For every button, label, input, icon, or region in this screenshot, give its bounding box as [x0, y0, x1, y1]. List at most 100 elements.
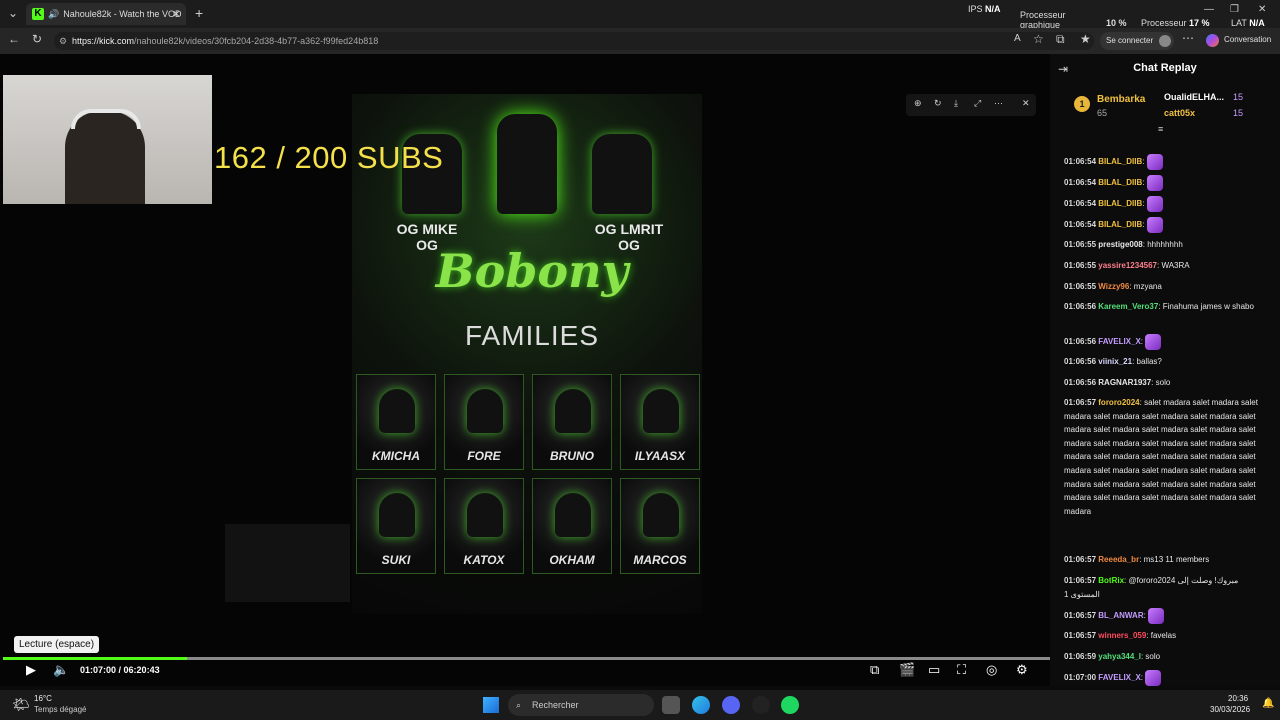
chat-message: 01:06:57 Reeeda_br: ms13 11 members	[1064, 555, 1210, 564]
more-menu-icon[interactable]: ⋯	[1182, 31, 1194, 45]
site-info-icon[interactable]: ⚙	[59, 32, 67, 50]
chat-message: 01:06:54 BILAL_DIIB:	[1064, 196, 1264, 212]
message-username[interactable]: BILAL_DIIB	[1098, 157, 1142, 166]
message-timestamp: 01:06:57	[1064, 631, 1097, 640]
taskbar-search[interactable]: ⌕ Rechercher	[508, 694, 654, 716]
message-username[interactable]: BILAL_DIIB	[1098, 220, 1142, 229]
seek-bar[interactable]	[3, 657, 1050, 660]
tab-list-chevron-icon[interactable]: ⌄	[8, 6, 18, 20]
message-username[interactable]: BILAL_DIIB	[1098, 199, 1142, 208]
message-username[interactable]: yahya344_l	[1098, 652, 1141, 661]
message-timestamp: 01:06:56	[1064, 337, 1097, 347]
settings-icon[interactable]: ⚙	[1016, 662, 1028, 678]
top3-name[interactable]: catt05x	[1164, 108, 1195, 118]
message-text: mzyana	[1133, 282, 1162, 291]
conversation-button[interactable]: Conversation	[1224, 35, 1271, 44]
minimize-icon[interactable]: —	[1204, 4, 1214, 15]
discord-icon[interactable]	[722, 696, 740, 714]
message-username[interactable]: BotRix	[1098, 576, 1124, 585]
message-timestamp: 01:06:55	[1064, 240, 1097, 249]
message-username[interactable]: Kareem_Vero37	[1098, 302, 1158, 311]
copilot-icon[interactable]	[1206, 34, 1219, 47]
restore-icon[interactable]: ❐	[1230, 4, 1239, 15]
start-icon[interactable]	[483, 697, 499, 713]
window-close-icon[interactable]: ✕	[1258, 4, 1266, 15]
headset-icon	[71, 109, 141, 129]
read-aloud-icon[interactable]: A	[1014, 33, 1021, 44]
windows-taskbar: 🌤 16°C Temps dégagé ⌕ Rechercher 20:36 3…	[0, 690, 1280, 720]
task-view-icon[interactable]	[662, 696, 680, 714]
leader-name[interactable]: Bembarka	[1097, 94, 1145, 105]
emote-icon	[1146, 196, 1163, 212]
message-username[interactable]: Reeeda_br	[1098, 555, 1139, 564]
kick-logo-icon: K	[32, 8, 44, 20]
miniplayer-icon[interactable]: ⧉	[870, 662, 879, 678]
emote-icon	[1145, 334, 1162, 350]
message-username[interactable]: prestige008	[1098, 240, 1142, 249]
fullscreen-view-icon[interactable]: ⤢	[974, 98, 981, 109]
emote-icon	[1146, 154, 1163, 170]
browser-tab[interactable]: K 🔊 Nahoule82k - Watch the VOD ✕	[26, 3, 186, 25]
extensions-icon[interactable]: ⧉	[1056, 32, 1065, 47]
weather-description: Temps dégagé	[34, 705, 87, 714]
chat-message: 01:06:54 BILAL_DIIB:	[1064, 175, 1264, 191]
zoom-icon[interactable]: ⊕	[914, 98, 922, 109]
favorite-icon[interactable]: ☆	[1033, 32, 1044, 46]
emote-icon	[1146, 175, 1163, 191]
background-window-thumbnail	[225, 524, 350, 602]
message-text: Finahuma james w shabo	[1162, 302, 1254, 311]
favorites-bar-icon[interactable]: ★	[1080, 32, 1091, 46]
message-username[interactable]: viinix_21	[1098, 357, 1132, 366]
emote-icon	[1145, 670, 1162, 686]
tab-close-icon[interactable]: ✕	[172, 9, 180, 20]
member-card: FORE	[444, 374, 524, 470]
message-username[interactable]: RAGNAR1937	[1098, 378, 1151, 387]
chat-message: 01:07:00 FAVELIX_X:	[1064, 670, 1264, 686]
message-timestamp: 01:07:00	[1064, 673, 1097, 683]
volume-icon[interactable]: 🔈	[53, 662, 69, 678]
message-username[interactable]: yassire1234567	[1098, 261, 1157, 270]
message-timestamp: 01:06:54	[1064, 178, 1097, 188]
new-tab-icon[interactable]: +	[195, 5, 203, 21]
spotify-icon[interactable]	[781, 696, 799, 714]
top3-count: 15	[1233, 108, 1244, 118]
og-right-name: OG LMRIT	[594, 221, 664, 237]
clip-icon[interactable]: 🎬	[899, 662, 915, 678]
reload-icon[interactable]: ↻	[32, 32, 42, 46]
chat-message: 01:06:59 yahya344_l: solo	[1064, 652, 1161, 661]
message-username[interactable]: BL_ANWAR	[1098, 611, 1143, 620]
member-card: SUKI	[356, 478, 436, 574]
fullscreen-icon[interactable]: ⛶	[957, 662, 966, 678]
speaker-icon[interactable]: 🔊	[48, 9, 59, 20]
obs-icon[interactable]	[752, 696, 770, 714]
message-text: favelas	[1150, 631, 1177, 640]
message-timestamp: 01:06:57	[1064, 555, 1097, 564]
message-username[interactable]: FAVELIX_X	[1098, 673, 1141, 682]
more-options-icon[interactable]: ⋯	[994, 98, 1003, 109]
expand-leaderboard-icon[interactable]: ≡	[1158, 124, 1163, 134]
signin-button[interactable]: Se connecter	[1100, 32, 1174, 50]
play-icon[interactable]: ▶	[26, 662, 36, 678]
theater-mode-icon[interactable]: ▭	[928, 662, 940, 678]
message-username[interactable]: BILAL_DIIB	[1098, 178, 1142, 187]
notification-icon[interactable]: 🔔	[1262, 698, 1274, 709]
download-icon[interactable]: ⤓	[954, 98, 958, 109]
rotate-icon[interactable]: ↻	[934, 98, 942, 109]
top2-name[interactable]: OualidELHA...	[1164, 92, 1224, 102]
viewer-close-icon[interactable]: ✕	[1022, 98, 1030, 109]
back-icon[interactable]: ←	[8, 32, 20, 46]
leader-rank-badge: 1	[1074, 96, 1090, 112]
weather-icon[interactable]: 🌤	[12, 696, 30, 713]
emote-icon	[1148, 608, 1165, 624]
message-username[interactable]: fororo2024	[1098, 398, 1139, 407]
url-field[interactable]: ⚙ https://kick.com/nahoule82k/videos/30f…	[54, 32, 1094, 50]
playback-speed-icon[interactable]: ◎	[986, 662, 997, 678]
message-username[interactable]: Wizzy96	[1098, 282, 1129, 291]
top2-count: 15	[1233, 92, 1244, 102]
edge-icon[interactable]	[692, 696, 710, 714]
chat-message: 01:06:57 winners_059: favelas	[1064, 631, 1177, 640]
member-card: BRUNO	[532, 374, 612, 470]
message-username[interactable]: FAVELIX_X	[1098, 337, 1141, 346]
message-username[interactable]: winners_059	[1098, 631, 1146, 640]
seek-bar-fill	[3, 657, 188, 660]
